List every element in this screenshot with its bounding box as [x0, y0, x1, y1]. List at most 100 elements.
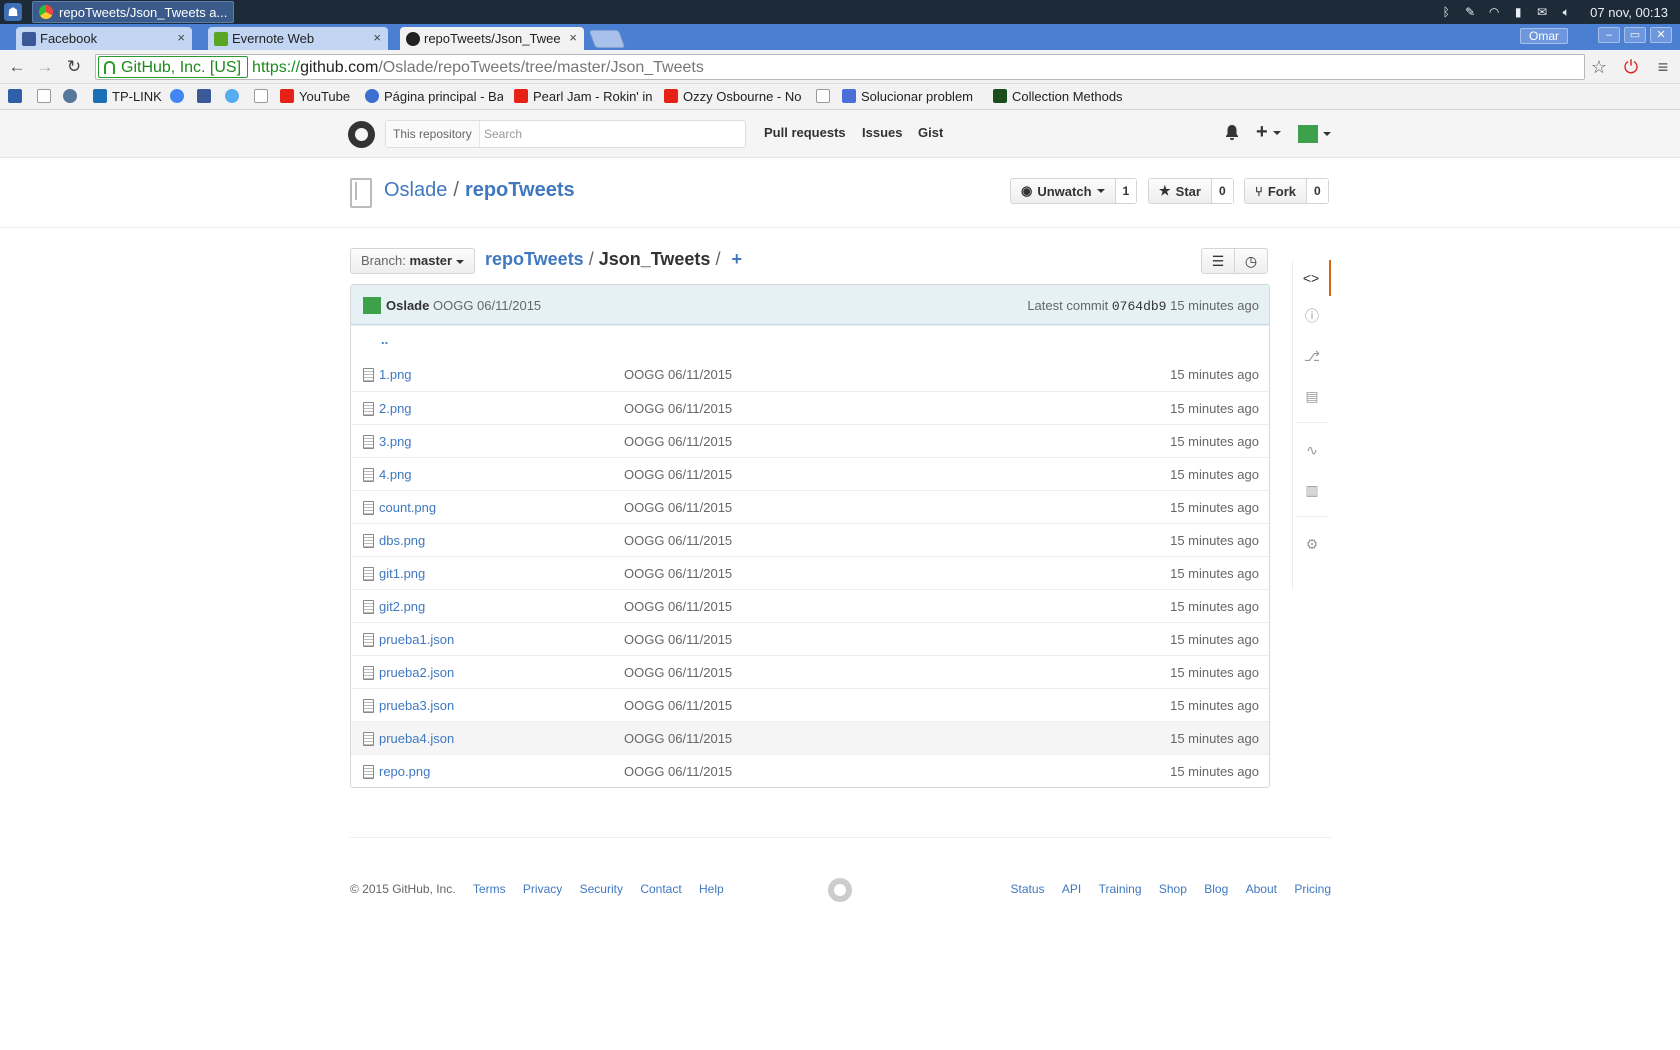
tab-evernote[interactable]: Evernote Web × [208, 27, 388, 50]
file-row[interactable]: prueba2.json OOGG 06/11/2015 15 minutes ag… [351, 655, 1269, 688]
file-row[interactable]: 4.png OOGG 06/11/2015 15 minutes ago [351, 457, 1269, 490]
history-icon[interactable]: ◷ [1234, 248, 1268, 274]
bookmark-globe[interactable] [63, 88, 82, 106]
bookmark-twitter[interactable] [225, 88, 244, 106]
stargazers-count[interactable]: 0 [1211, 179, 1233, 203]
address-bar[interactable]: GitHub, Inc. [US] https://github.com/Osla… [95, 54, 1585, 80]
file-name-link[interactable]: 4.png [379, 467, 412, 482]
reload-icon[interactable]: ↻ [63, 56, 85, 78]
settings-icon[interactable]: ⚙ [1293, 526, 1331, 562]
clock[interactable]: 07 nov, 00:13 [1590, 5, 1668, 20]
github-logo-icon[interactable] [348, 121, 375, 148]
commit-author-link[interactable]: Oslade [386, 298, 429, 313]
close-icon[interactable]: × [569, 30, 577, 45]
bookmark-collection-methods[interactable]: Collection Methods [993, 88, 1123, 106]
footer-link-security[interactable]: Security [580, 882, 623, 896]
file-row[interactable]: repo.png OOGG 06/11/2015 15 minutes ago [351, 754, 1269, 787]
footer-link-training[interactable]: Training [1099, 882, 1142, 896]
repo-owner-link[interactable]: Oslade [384, 179, 447, 201]
pull-requests-icon[interactable]: ⎇ [1293, 338, 1331, 374]
chrome-menu-icon[interactable]: ≡ [1652, 56, 1674, 78]
issues-icon[interactable]: ⓘ [1293, 298, 1331, 334]
footer-link-status[interactable]: Status [1011, 882, 1045, 896]
file-name-link[interactable]: 1.png [379, 367, 412, 382]
wiki-icon[interactable]: ▤ [1293, 378, 1331, 414]
commit-sha-link[interactable]: 0764db9 [1112, 299, 1167, 314]
unwatch-button[interactable]: ◉ Unwatch 1 [1010, 178, 1138, 204]
file-commit-message[interactable]: OOGG 06/11/2015 [624, 566, 732, 581]
breadcrumb-repo-link[interactable]: repoTweets [485, 249, 584, 269]
star-button[interactable]: ★ Star 0 [1148, 178, 1234, 204]
profile-button[interactable]: Omar [1520, 28, 1568, 44]
file-commit-message[interactable]: OOGG 06/11/2015 [624, 401, 732, 416]
close-window-button[interactable]: ✕ [1650, 27, 1672, 43]
file-commit-message[interactable]: OOGG 06/11/2015 [624, 764, 732, 779]
avatar[interactable] [363, 297, 381, 314]
avatar[interactable] [1298, 125, 1318, 143]
tab-github-active[interactable]: repoTweets/Json_Twee × [400, 27, 584, 50]
forward-arrow-icon[interactable]: → [34, 56, 56, 78]
forks-count[interactable]: 0 [1306, 179, 1328, 203]
app-menu-icon[interactable]: ☗ [4, 3, 22, 21]
footer-link-pricing[interactable]: Pricing [1294, 882, 1331, 896]
code-icon[interactable]: <> [1293, 260, 1331, 296]
commit-message-link[interactable]: OOGG 06/11/2015 [433, 298, 541, 313]
wifi-icon[interactable]: ◠ [1486, 5, 1502, 19]
footer-link-contact[interactable]: Contact [640, 882, 681, 896]
file-commit-message[interactable]: OOGG 06/11/2015 [624, 467, 732, 482]
file-name-link[interactable]: repo.png [379, 764, 430, 779]
file-name-link[interactable]: 3.png [379, 434, 412, 449]
repo-name-link[interactable]: repoTweets [465, 179, 575, 201]
nav-pull-requests[interactable]: Pull requests [764, 125, 846, 140]
file-name-link[interactable]: count.png [379, 500, 436, 515]
file-name-link[interactable]: dbs.png [379, 533, 425, 548]
file-row[interactable]: git2.png OOGG 06/11/2015 15 minutes ago [351, 589, 1269, 622]
bluetooth-icon[interactable]: ᛒ [1438, 5, 1454, 19]
file-commit-message[interactable]: OOGG 06/11/2015 [624, 434, 732, 449]
bookmark-facebook[interactable] [197, 88, 216, 106]
footer-link-blog[interactable]: Blog [1204, 882, 1228, 896]
notes-icon[interactable]: ✎ [1462, 5, 1478, 19]
file-commit-message[interactable]: OOGG 06/11/2015 [624, 533, 732, 548]
bookmark-pagina-principal[interactable]: Página principal - Ba [365, 88, 503, 106]
graphs-icon[interactable]: ▥ [1293, 472, 1331, 508]
file-row[interactable]: 3.png OOGG 06/11/2015 15 minutes ago [351, 424, 1269, 457]
bookmark-tp-link[interactable]: TP-LINK [93, 88, 162, 106]
bookmark-page-3[interactable] [816, 88, 835, 106]
create-file-button[interactable]: + [731, 249, 742, 269]
footer-link-help[interactable]: Help [699, 882, 724, 896]
minimize-button[interactable]: – [1598, 27, 1620, 43]
file-commit-message[interactable]: OOGG 06/11/2015 [624, 367, 732, 382]
file-name-link[interactable]: git1.png [379, 566, 425, 581]
file-commit-message[interactable]: OOGG 06/11/2015 [624, 599, 732, 614]
new-tab-button[interactable] [588, 30, 626, 48]
github-logo-icon[interactable] [828, 878, 852, 902]
bookmark-pearl-jam[interactable]: Pearl Jam - Rokin' in [514, 88, 652, 106]
maximize-button[interactable]: ▭ [1624, 27, 1646, 43]
file-row[interactable]: 2.png OOGG 06/11/2015 15 minutes ago [351, 391, 1269, 424]
file-commit-message[interactable]: OOGG 06/11/2015 [624, 731, 732, 746]
close-icon[interactable]: × [373, 30, 381, 45]
file-commit-message[interactable]: OOGG 06/11/2015 [624, 698, 732, 713]
file-commit-message[interactable]: OOGG 06/11/2015 [624, 665, 732, 680]
bookmark-mp3[interactable] [8, 88, 27, 106]
file-name-link[interactable]: prueba4.json [379, 731, 454, 746]
file-row[interactable]: prueba1.json OOGG 06/11/2015 15 minutes ag… [351, 622, 1269, 655]
bookmark-star-icon[interactable]: ☆ [1588, 56, 1610, 78]
bookmark-page-2[interactable] [254, 88, 273, 106]
file-name-link[interactable]: prueba1.json [379, 632, 454, 647]
list-view-icon[interactable]: ☰ [1201, 248, 1235, 274]
fork-button[interactable]: ⑂ Fork 0 [1244, 178, 1329, 204]
file-commit-message[interactable]: OOGG 06/11/2015 [624, 500, 732, 515]
watchers-count[interactable]: 1 [1115, 179, 1137, 203]
footer-link-api[interactable]: API [1062, 882, 1081, 896]
footer-link-terms[interactable]: Terms [473, 882, 506, 896]
parent-dir-row[interactable]: .. [351, 325, 1269, 358]
nav-gist[interactable]: Gist [918, 125, 943, 140]
footer-link-about[interactable]: About [1246, 882, 1277, 896]
file-row[interactable]: prueba4.json OOGG 06/11/2015 15 minutes ag… [351, 721, 1269, 754]
chevron-down-icon[interactable] [1323, 132, 1331, 136]
ev-certificate-badge[interactable]: GitHub, Inc. [US] [98, 56, 249, 78]
parent-dir-link[interactable]: .. [381, 332, 388, 347]
file-name-link[interactable]: 2.png [379, 401, 412, 416]
